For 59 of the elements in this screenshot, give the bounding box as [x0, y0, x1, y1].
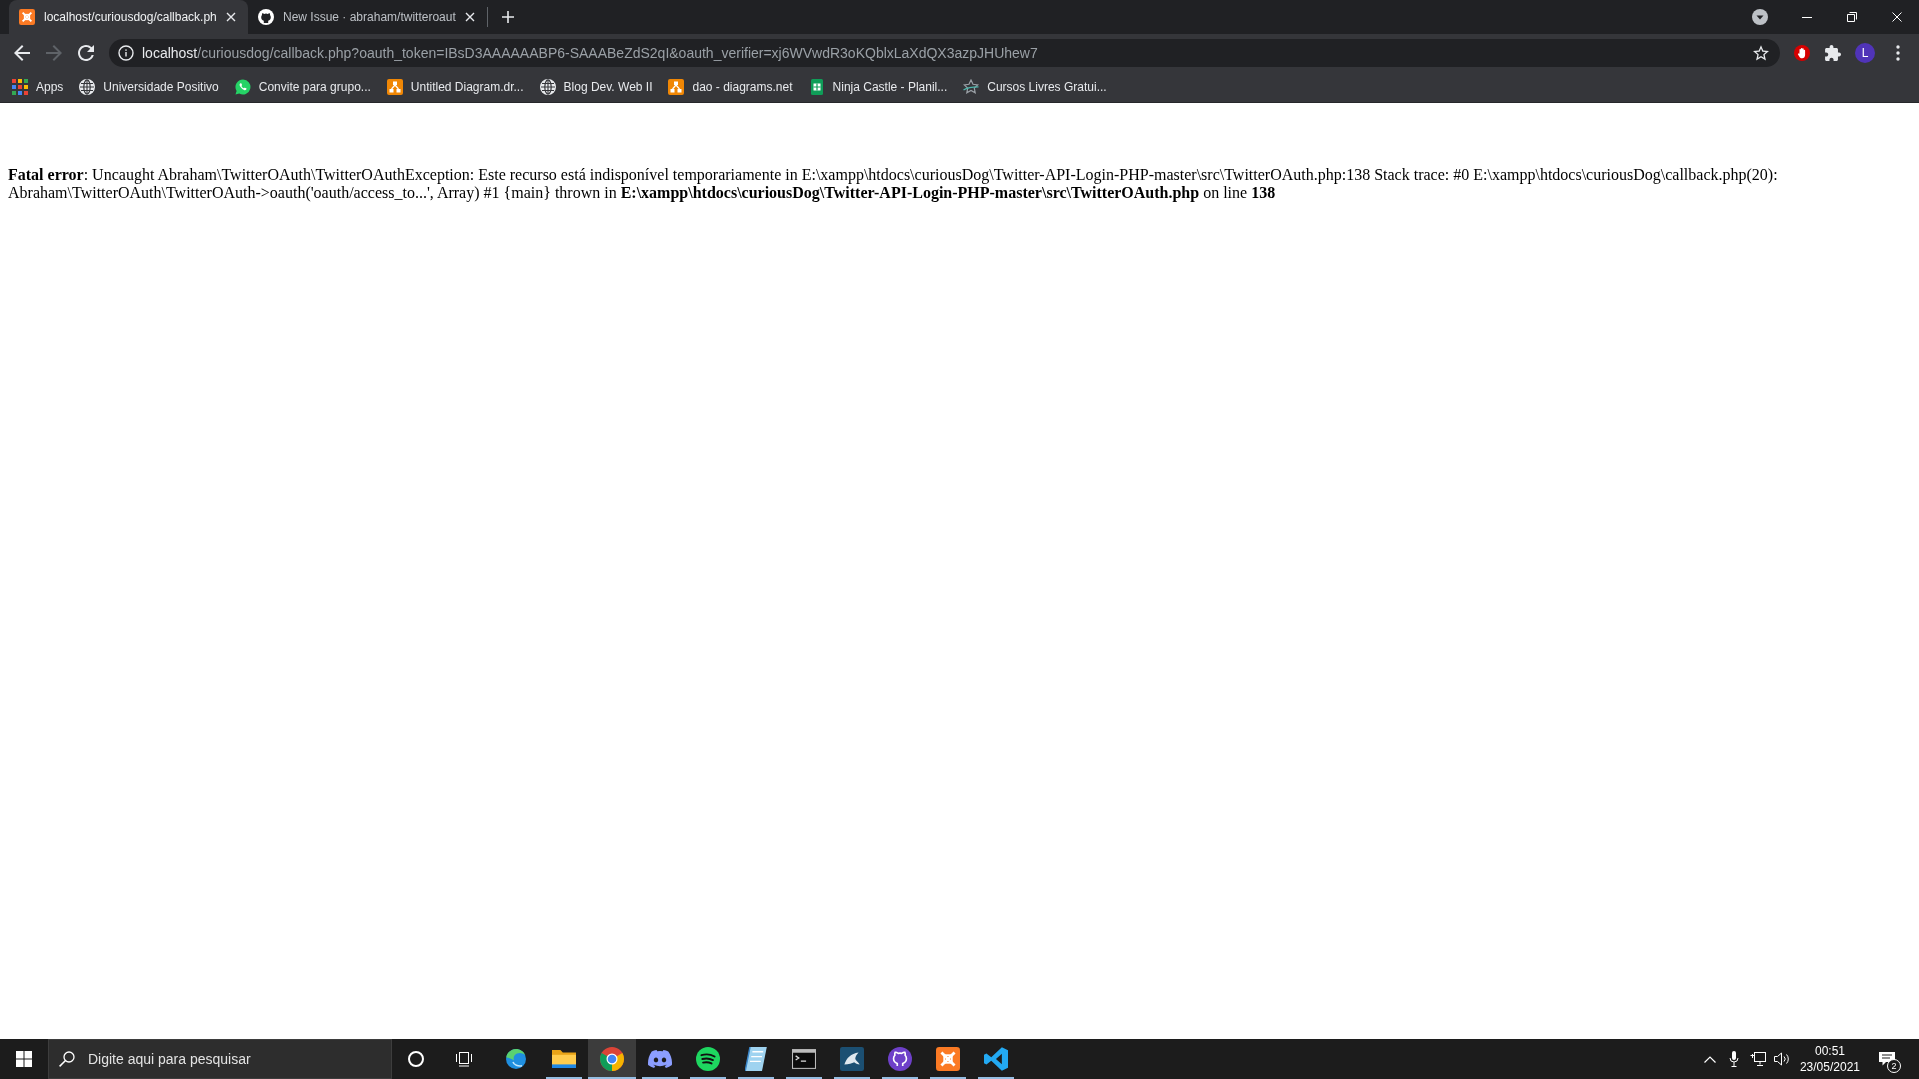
cat-logo-icon [888, 1047, 912, 1071]
profile-avatar[interactable]: L [1855, 42, 1875, 63]
search-icon [59, 1051, 75, 1067]
windows-logo-icon [16, 1051, 32, 1067]
sound-waves-icon [696, 1047, 720, 1071]
menu-icon[interactable] [1896, 44, 1900, 61]
notepad-icon [745, 1047, 767, 1071]
diagram-icon [668, 78, 685, 95]
browser-tab[interactable]: New Issue · abraham/twitteroaut [248, 0, 487, 34]
back-arrow-icon[interactable] [14, 44, 30, 61]
star-icon[interactable] [1753, 44, 1769, 61]
reload-icon[interactable] [78, 44, 94, 61]
x-logo-icon [936, 1047, 960, 1071]
star-icon [963, 78, 980, 95]
terminal-icon [792, 1049, 816, 1069]
hand-icon[interactable] [1794, 44, 1810, 61]
search-field[interactable]: Digite aqui para pesquisar [48, 1039, 392, 1079]
circle-icon[interactable] [408, 1051, 424, 1067]
dropdown-icon[interactable] [1752, 9, 1768, 25]
task-view-icon[interactable] [456, 1051, 472, 1067]
apps-grid-icon [12, 78, 28, 95]
chevron-up-icon[interactable] [1703, 1055, 1716, 1063]
network-icon[interactable] [1749, 1052, 1766, 1066]
folder-icon [552, 1050, 576, 1068]
bookmark-button[interactable]: Convite para grupo... [228, 72, 377, 101]
ribbon-logo-icon [984, 1047, 1008, 1071]
minimize-icon[interactable] [1801, 16, 1812, 18]
cat-logo-icon [258, 9, 274, 25]
bookmark-button[interactable]: Blog Dev. Web II [533, 72, 659, 101]
puzzle-icon[interactable] [1825, 44, 1841, 61]
bookmark-button[interactable]: Ninja Castle - Planil... [802, 72, 954, 101]
restore-icon[interactable] [1846, 12, 1857, 22]
close-icon[interactable] [226, 12, 236, 22]
wave-logo-icon [504, 1047, 528, 1071]
browser-logo-icon [600, 1047, 624, 1071]
clock-button[interactable]: 00:51 23/05/2021 [1793, 1039, 1866, 1079]
diagram-icon [386, 78, 403, 95]
notification-badge: 2 [1887, 1059, 1901, 1073]
x-logo-icon [19, 9, 35, 25]
spreadsheet-icon [808, 78, 825, 95]
globe-icon [79, 78, 96, 95]
chat-bubble-icon [234, 78, 251, 95]
address-bar[interactable]: localhost/curiousdog/callback.php?oauth_token=IBsD3AAAAAABP6-SAAABeZdS2qI&oauth_verifier=xj6WVwdR3oKQblxLaXdQX3azpJHUhew7 [109, 38, 1780, 67]
plus-icon[interactable] [502, 11, 514, 23]
microphone-icon[interactable] [1728, 1051, 1739, 1067]
info-icon [118, 44, 134, 61]
globe-icon [539, 78, 556, 95]
fin-tile-icon [840, 1047, 864, 1071]
bookmark-button[interactable]: Universidade Positivo [73, 72, 225, 101]
bookmark-button[interactable]: Apps [6, 72, 70, 101]
bookmark-button[interactable]: dao - diagrams.net [662, 72, 799, 101]
taskbar-app-button[interactable] [588, 1039, 636, 1079]
bookmark-button[interactable]: Cursos Livres Gratui... [957, 72, 1113, 101]
bookmark-button[interactable]: Untitled Diagram.dr... [380, 72, 530, 101]
game-controller-icon [648, 1050, 672, 1068]
error-message: Fatal error: Uncaught Abraham\TwitterOAuth\TwitterOAuthException: Este recurso está indisponível temporariamente in E:\xampp\htdocs\curiousDog\Twitter-API-Login-PHP-master\src\TwitterOAuth.php:138 Stack trace: #0 E:\xampp\htdocs\curiousDog\callback.php(20): Abraham\TwitterOAuth\TwitterOAuth->oauth('oauth/access_to...', Array) #1 {main} thrown in E:\xampp\htdocs\curiousDog\Twitter-API-Login-PHP-master\src\TwitterOAuth.php on line 138 [8, 166, 1779, 202]
close-icon[interactable] [465, 12, 475, 22]
volume-icon[interactable] [1773, 1052, 1790, 1066]
browser-tab[interactable]: localhost/curiousdog/callback.ph [9, 0, 248, 34]
